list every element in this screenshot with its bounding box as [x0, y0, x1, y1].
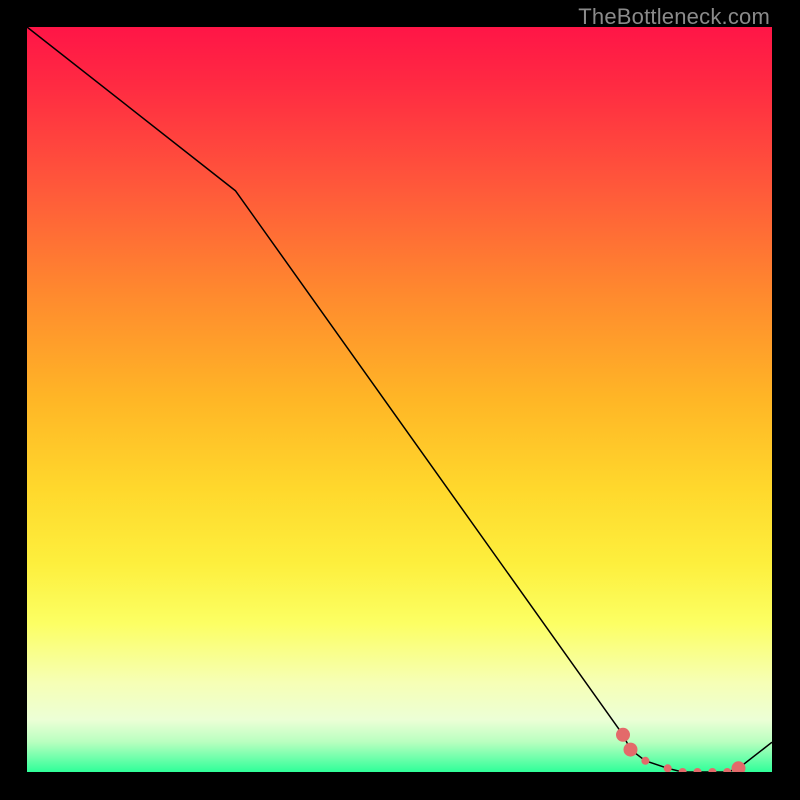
chart-stage: TheBottleneck.com — [0, 0, 800, 800]
heat-gradient-plot-area — [27, 27, 772, 772]
